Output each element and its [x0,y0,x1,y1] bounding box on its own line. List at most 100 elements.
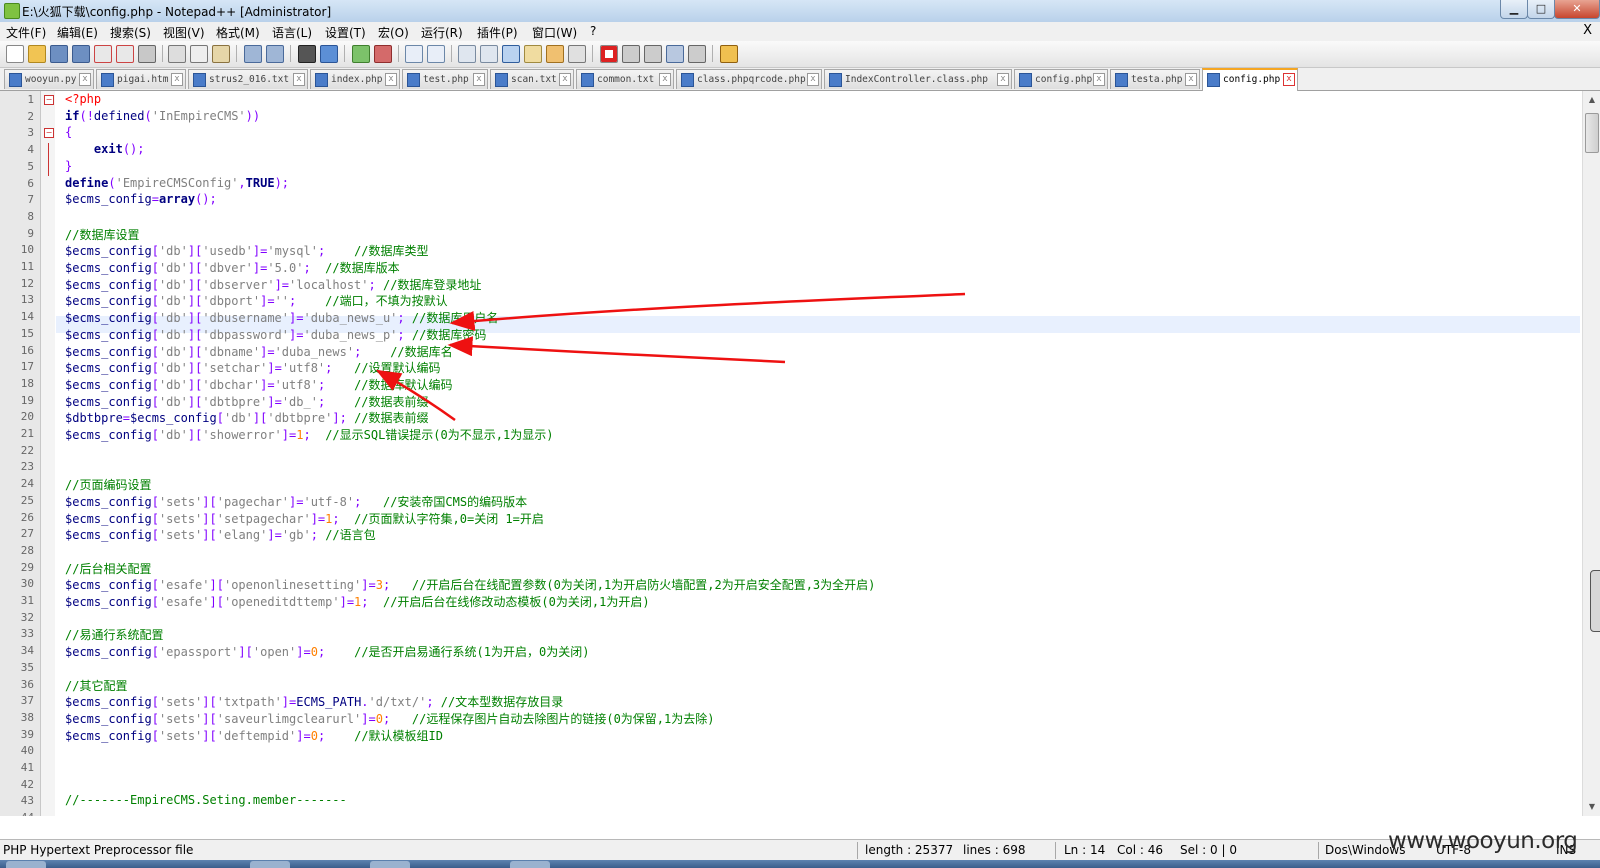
menu-file[interactable]: 文件(F) [6,24,46,41]
close-window-button[interactable]: ✕ [1554,0,1600,19]
word-wrap-icon[interactable] [458,45,476,63]
code-line[interactable]: $ecms_config=array(); [65,192,217,206]
tab-close-icon[interactable]: x [559,73,571,86]
tab-test-php[interactable]: test.php x [402,69,488,89]
tab-strus2-016-txt[interactable]: strus2_016.txt x [188,69,308,89]
code-line[interactable]: $ecms_config['esafe']['openeditdttemp']=… [65,593,650,610]
tab-config-php-active[interactable]: config.php x [1202,68,1298,91]
code-line[interactable]: $ecms_config['db']['dbusername']='duba_n… [65,309,498,326]
code-line[interactable]: $ecms_config['db']['dbver']='5.0'; //数据库… [65,259,400,276]
code-line[interactable]: $ecms_config['esafe']['openonlinesetting… [65,576,875,593]
indent-guide-icon[interactable] [502,45,520,63]
scroll-up-arrow-icon[interactable]: ▲ [1585,93,1599,107]
code-line[interactable]: $ecms_config['db']['showerror']=1; //显示S… [65,426,553,443]
plugin-icon[interactable] [720,45,738,63]
open-file-icon[interactable] [28,45,46,63]
code-line[interactable]: exit(); [65,142,145,156]
menu-format[interactable]: 格式(M) [216,24,260,41]
copy-icon[interactable] [190,45,208,63]
tab-close-icon[interactable]: x [1185,73,1197,86]
menu-edit[interactable]: 编辑(E) [57,24,98,41]
code-line[interactable]: $ecms_config['db']['dbchar']='utf8'; //数… [65,376,453,393]
menu-search[interactable]: 搜索(S) [110,24,151,41]
scrollbar-thumb[interactable] [1585,113,1599,153]
code-line[interactable]: define('EmpireCMSConfig',TRUE); [65,176,289,190]
tab-close-icon[interactable]: x [171,73,183,86]
print-icon[interactable] [138,45,156,63]
code-line[interactable]: //后台相关配置 [65,560,151,577]
code-line[interactable]: $ecms_config['sets']['pagechar']='utf-8'… [65,493,527,510]
tab-pigai-htm[interactable]: pigai.htm x [96,69,186,89]
code-line[interactable]: { [65,125,72,139]
code-line[interactable]: $ecms_config['epassport']['open']=0; //是… [65,643,589,660]
code-line[interactable]: $ecms_config['sets']['setpagechar']=1; /… [65,510,544,527]
taskbar-item[interactable] [250,861,290,868]
taskbar-item[interactable] [6,861,46,868]
code-line[interactable]: $ecms_config['sets']['txtpath']=ECMS_PAT… [65,693,563,710]
close-icon[interactable] [94,45,112,63]
sync-v-icon[interactable] [405,45,423,63]
code-line[interactable]: $ecms_config['db']['dbport']=''; //端口，不填… [65,292,448,309]
menu-run[interactable]: 运行(R) [421,24,463,41]
scroll-down-arrow-icon[interactable]: ▼ [1585,800,1599,814]
code-line[interactable]: $ecms_config['db']['dbtbpre']='db_'; //数… [65,393,429,410]
tab-close-icon[interactable]: x [293,73,305,86]
tab-close-icon[interactable]: x [79,73,91,86]
run-macro-icon[interactable] [666,45,684,63]
tab-config-php-1[interactable]: config.php x [1014,69,1108,89]
code-line[interactable]: if(!defined('InEmpireCMS')) [65,109,260,123]
maximize-button[interactable]: □ [1527,0,1555,19]
menu-macro[interactable]: 宏(O) [378,24,409,41]
zoom-out-icon[interactable] [374,45,392,63]
close-all-icon[interactable] [116,45,134,63]
save-icon[interactable] [50,45,68,63]
play-macro-icon[interactable] [644,45,662,63]
code-line[interactable]: $ecms_config['db']['dbname']='duba_news'… [65,343,453,360]
menu-view[interactable]: 视图(V) [163,24,205,41]
vertical-scrollbar[interactable]: ▲ ▼ [1582,91,1600,816]
menu-window[interactable]: 窗口(W) [532,24,577,41]
code-line[interactable]: //页面编码设置 [65,476,151,493]
zoom-in-icon[interactable] [352,45,370,63]
undo-icon[interactable] [244,45,262,63]
code-line[interactable]: $dbtbpre=$ecms_config['db']['dbtbpre']; … [65,409,429,426]
side-panel-handle[interactable] [1590,570,1600,632]
menu-plugins[interactable]: 插件(P) [477,24,518,41]
cut-icon[interactable] [168,45,186,63]
code-line[interactable]: } [65,159,72,173]
close-document-button[interactable]: X [1583,23,1592,38]
find-icon[interactable] [298,45,316,63]
tab-close-icon[interactable]: x [807,73,819,86]
tab-index-php[interactable]: index.php x [310,69,400,89]
tab-indexcontroller-class-php[interactable]: IndexController.class.php x [824,69,1012,89]
tab-testa-php[interactable]: testa.php x [1110,69,1200,89]
record-macro-icon[interactable] [600,45,618,63]
tab-close-icon[interactable]: x [659,73,671,86]
save-macro-icon[interactable] [688,45,706,63]
code-line[interactable]: $ecms_config['sets']['deftempid']=0; //默… [65,727,443,744]
replace-icon[interactable] [320,45,338,63]
code-line[interactable]: //易通行系统配置 [65,626,163,643]
code-line[interactable]: $ecms_config['db']['setchar']='utf8'; //… [65,359,441,376]
menu-language[interactable]: 语言(L) [272,24,312,41]
tab-close-icon[interactable]: x [997,73,1009,86]
tab-close-icon[interactable]: x [385,73,397,86]
tab-close-icon[interactable]: x [1093,73,1105,86]
code-line[interactable]: $ecms_config['db']['usedb']='mysql'; //数… [65,242,429,259]
code-line[interactable]: //数据库设置 [65,226,139,243]
minimize-button[interactable]: ▁ [1500,0,1528,19]
code-line[interactable]: <?php [65,92,101,106]
new-file-icon[interactable] [6,45,24,63]
tab-class-phpqrcode-php[interactable]: class.phpqrcode.php x [676,69,822,89]
doc-map-icon[interactable] [546,45,564,63]
fold-toggle-icon[interactable]: − [44,128,54,139]
stop-macro-icon[interactable] [622,45,640,63]
tab-common-txt[interactable]: common.txt x [576,69,674,89]
paste-icon[interactable] [212,45,230,63]
editor-area[interactable]: 1 2 3 4 5 6 7 8 9 10 11 12 13 14 15 16 17 18 19 20 21 22 23 24 2… [0,91,1600,816]
menu-settings[interactable]: 设置(T) [325,24,366,41]
tab-scan-txt[interactable]: scan.txt x [490,69,574,89]
function-list-icon[interactable] [568,45,586,63]
code-line[interactable]: //其它配置 [65,677,127,694]
tab-wooyun-py[interactable]: wooyun.py x [4,69,94,89]
